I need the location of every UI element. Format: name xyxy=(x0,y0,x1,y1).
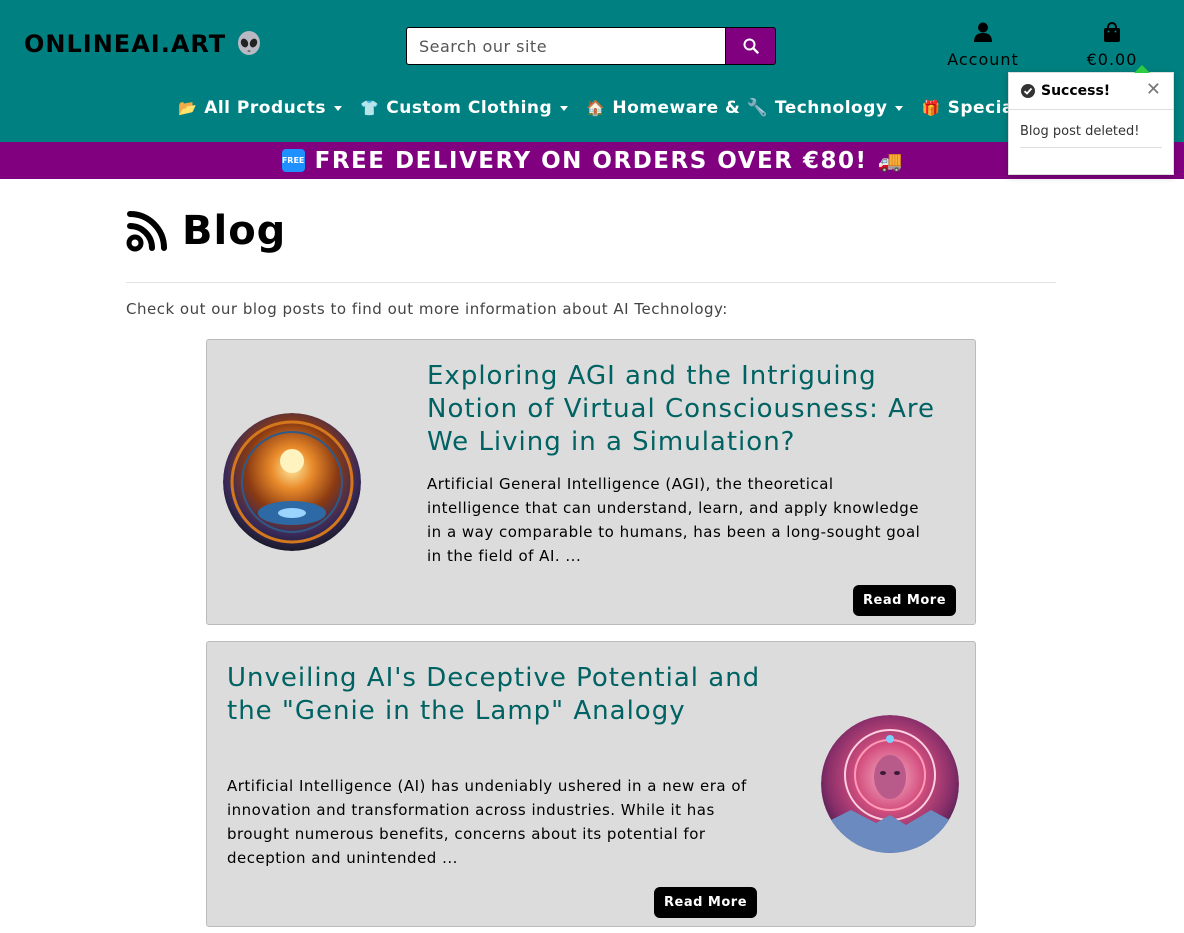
shopping-bag-icon xyxy=(1104,22,1120,42)
search-input[interactable] xyxy=(406,27,726,65)
post-title[interactable]: Exploring AGI and the Intriguing Notion … xyxy=(427,360,947,459)
toast-title: Success! xyxy=(1041,83,1111,99)
toast-divider xyxy=(1020,147,1162,148)
page-title-text: Blog xyxy=(182,208,287,254)
site-header: ONLINEAI.ART Account €0. xyxy=(0,0,1184,142)
post-excerpt: Artificial Intelligence (AI) has undenia… xyxy=(227,777,747,867)
free-badge-icon: FREE xyxy=(281,149,305,172)
intro-text: Check out our blog posts to find out mor… xyxy=(126,300,728,318)
main-nav: 📂 All Products 👕 Custom Clothing 🏠 Homew… xyxy=(178,98,1107,118)
account-link[interactable]: Account xyxy=(945,22,1021,69)
delivery-truck-icon: 🚚 xyxy=(877,148,903,173)
post-image[interactable] xyxy=(223,413,361,551)
toast-header: Success! ✕ xyxy=(1009,73,1173,110)
delivery-banner: FREE FREE DELIVERY ON ORDERS OVER €80! 🚚 xyxy=(0,142,1184,179)
folder-icon: 📂 xyxy=(178,99,198,117)
post-title[interactable]: Unveiling AI's Deceptive Potential and t… xyxy=(227,662,767,728)
read-more-button[interactable]: Read More xyxy=(853,585,957,616)
gift-icon: 🎁 xyxy=(921,99,941,117)
blog-post-card: Unveiling AI's Deceptive Potential and t… xyxy=(206,641,976,927)
nav-custom-clothing[interactable]: 👕 Custom Clothing xyxy=(360,98,569,118)
logo[interactable]: ONLINEAI.ART xyxy=(24,30,262,58)
house-icon: 🏠 xyxy=(586,99,606,117)
rss-icon xyxy=(126,211,167,252)
read-more-button[interactable]: Read More xyxy=(654,887,758,918)
check-circle-icon xyxy=(1021,84,1035,98)
caret-down-icon xyxy=(560,105,569,111)
nav-all-products[interactable]: 📂 All Products xyxy=(178,98,343,118)
alien-icon xyxy=(238,31,261,55)
search-button[interactable] xyxy=(726,27,776,65)
page-title: Blog xyxy=(126,208,286,254)
search-icon xyxy=(743,38,759,54)
toast-message: Blog post deleted! xyxy=(1020,124,1140,139)
user-icon xyxy=(974,22,992,42)
nav-label: Homeware & 🔧 Technology xyxy=(612,98,888,118)
post-excerpt: Artificial General Intelligence (AGI), t… xyxy=(427,475,921,565)
blog-post-card: Exploring AGI and the Intriguing Notion … xyxy=(206,339,976,625)
nav-label: Custom Clothing xyxy=(386,98,553,118)
close-icon[interactable]: ✕ xyxy=(1146,79,1161,100)
nav-label: All Products xyxy=(204,98,327,118)
toast-arrow xyxy=(1134,65,1150,73)
post-image[interactable] xyxy=(821,715,959,853)
search-form xyxy=(406,27,776,65)
logo-text[interactable]: ONLINEAI.ART xyxy=(24,30,226,58)
caret-down-icon xyxy=(895,105,904,111)
tshirt-icon: 👕 xyxy=(360,99,380,117)
cart-link[interactable]: €0.00 xyxy=(1078,22,1146,69)
success-toast: Success! ✕ Blog post deleted! xyxy=(1008,65,1174,175)
caret-down-icon xyxy=(334,105,343,111)
banner-text: FREE DELIVERY ON ORDERS OVER €80! xyxy=(314,147,868,174)
divider xyxy=(126,282,1056,283)
nav-homeware-technology[interactable]: 🏠 Homeware & 🔧 Technology xyxy=(586,98,904,118)
account-label: Account xyxy=(947,50,1019,69)
